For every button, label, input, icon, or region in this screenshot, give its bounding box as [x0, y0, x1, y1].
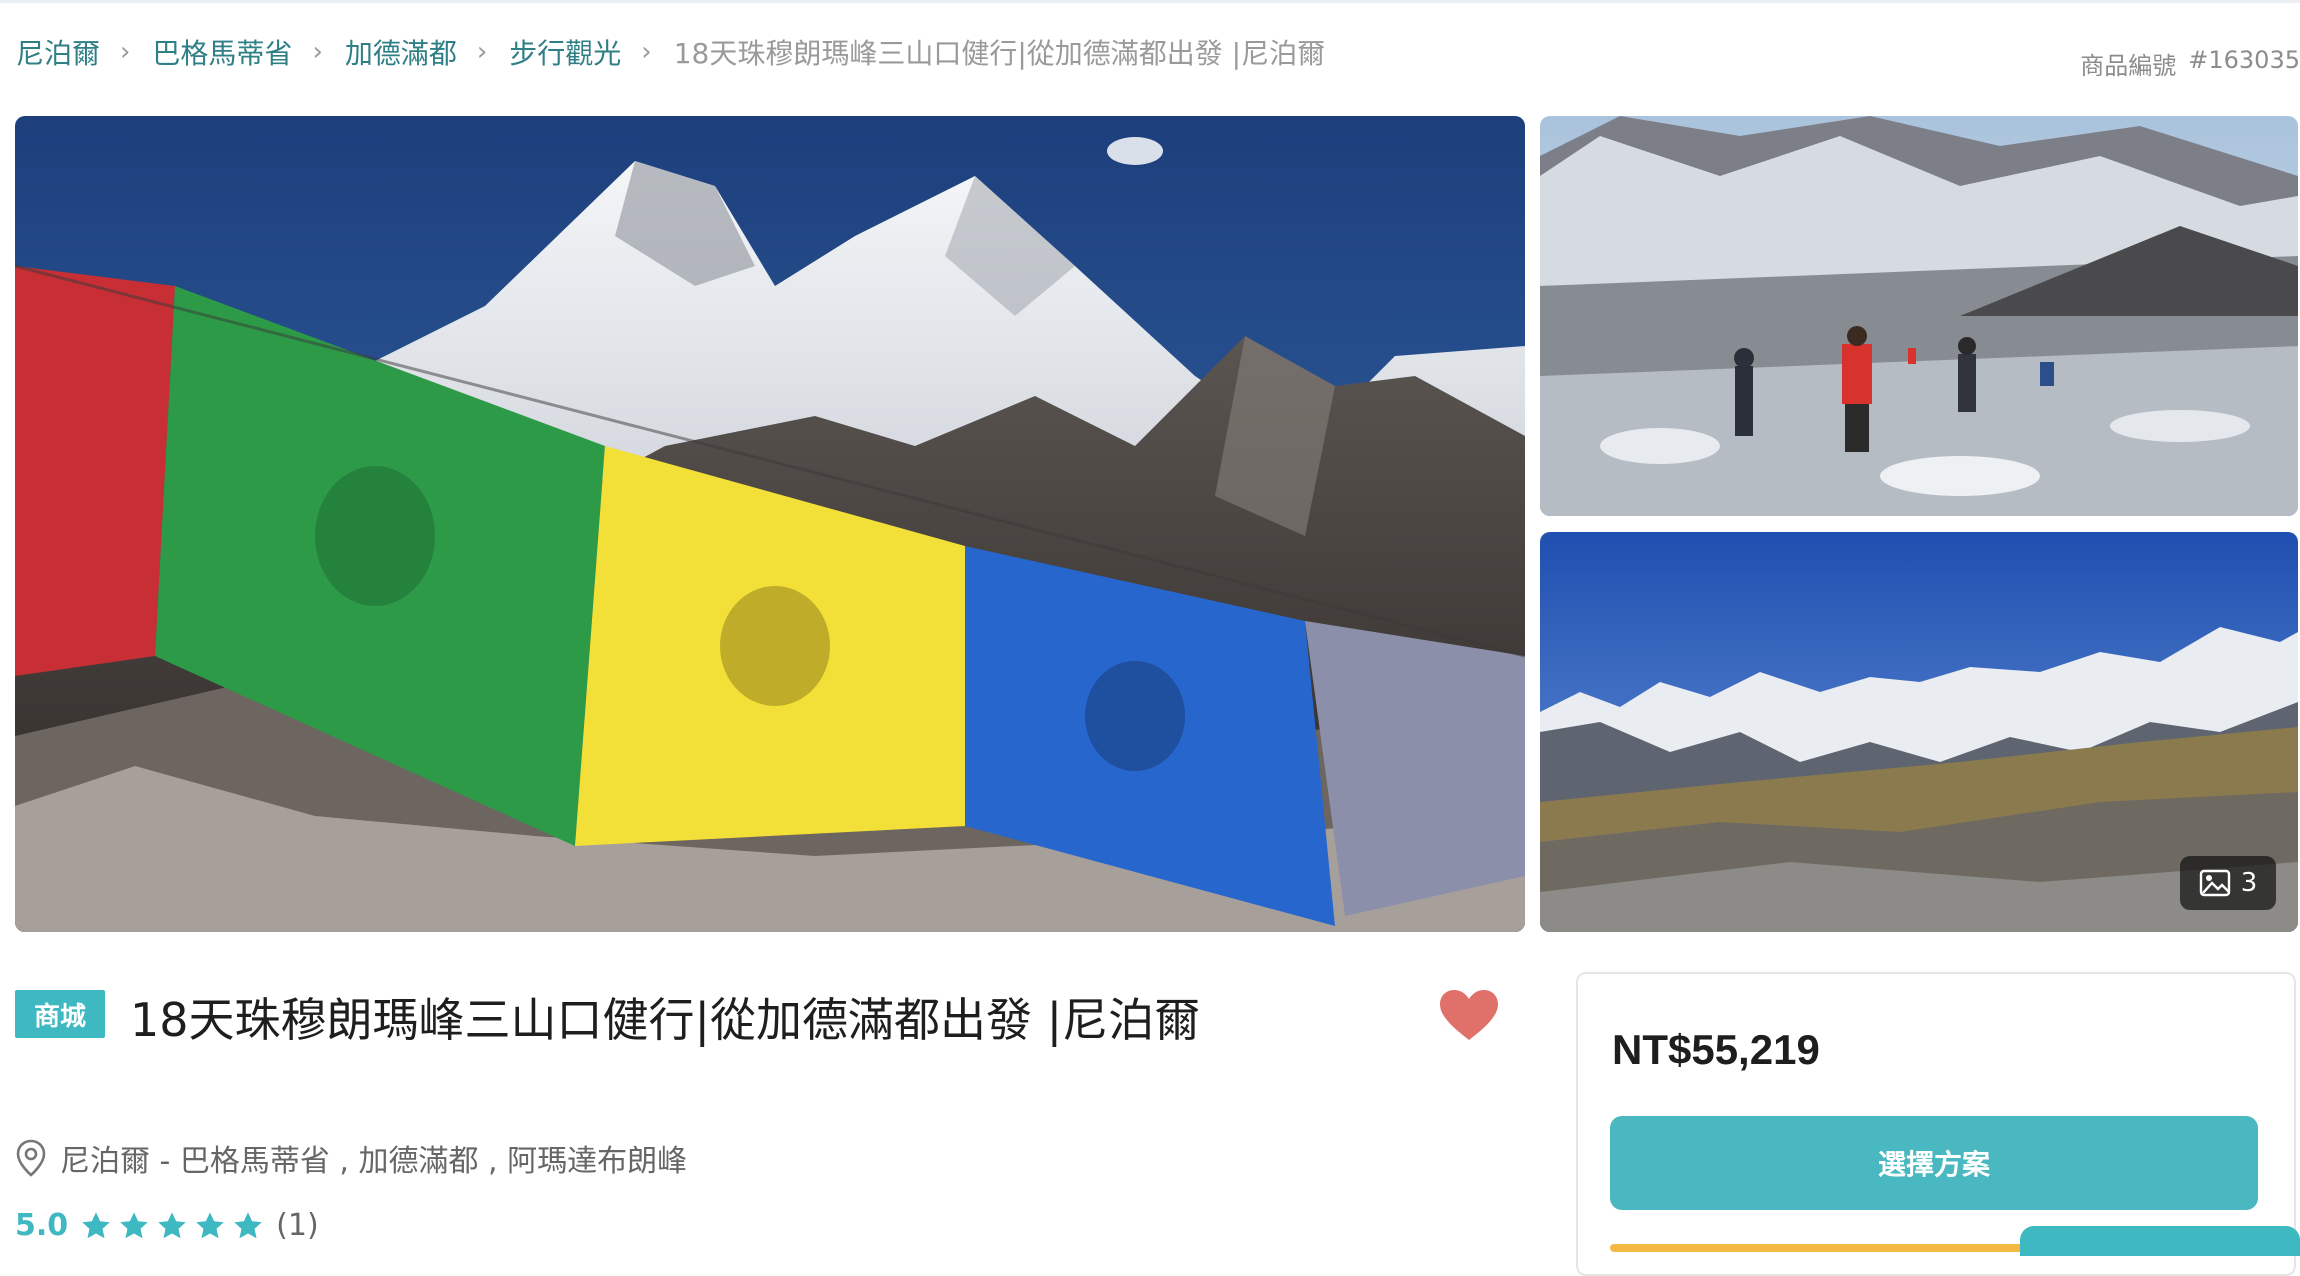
gallery-side-photo-2[interactable]: 3 — [1540, 532, 2298, 932]
rating-score: 5.0 — [15, 1208, 69, 1243]
star-icon — [120, 1211, 148, 1238]
review-count[interactable]: (1) — [276, 1208, 319, 1243]
everest-prayer-flags-image — [15, 116, 1525, 932]
floating-chat-tab[interactable] — [2020, 1226, 2300, 1256]
photo-count-value: 3 — [2240, 868, 2258, 898]
location-text: 尼泊爾 - 巴格馬蒂省 , 加德滿都 , 阿瑪達布朗峰 — [60, 1144, 688, 1179]
breadcrumb-walking-tour[interactable]: 步行觀光 — [509, 32, 621, 72]
star-icon — [158, 1211, 186, 1238]
trekkers-moraine-image — [1540, 116, 2298, 516]
breadcrumb-current: 18天珠穆朗瑪峰三山口健行|從加德滿都出發 |尼泊爾 — [673, 37, 1326, 70]
breadcrumb: 尼泊爾 › 巴格馬蒂省 › 加德滿都 › 步行觀光 › 18天珠穆朗瑪峰三山口健… — [16, 30, 1325, 74]
product-code: 商品編號 #163035 — [2080, 46, 2300, 81]
product-code-label: 商品編號 — [2080, 52, 2177, 80]
top-border — [0, 0, 2300, 3]
star-icon — [234, 1211, 262, 1238]
star-icon — [196, 1211, 224, 1238]
breadcrumb-separator: › — [641, 37, 652, 67]
photo-count-badge[interactable]: 3 — [2180, 856, 2276, 910]
breadcrumb-separator: › — [312, 37, 323, 67]
mall-badge: 商城 — [15, 990, 105, 1038]
gallery-side-photo-1[interactable] — [1540, 116, 2298, 516]
gallery-main-photo[interactable] — [15, 116, 1525, 932]
breadcrumb-separator: › — [476, 37, 488, 67]
location-row: 尼泊爾 - 巴格馬蒂省 , 加德滿都 , 阿瑪達布朗峰 — [16, 1136, 687, 1180]
product-title: 18天珠穆朗瑪峰三山口健行|從加德滿都出發 |尼泊爾 — [130, 993, 1201, 1047]
select-plan-button[interactable]: 選擇方案 — [1610, 1116, 2258, 1210]
heart-icon[interactable] — [1440, 990, 1498, 1042]
breadcrumb-kathmandu[interactable]: 加德滿都 — [345, 32, 457, 72]
image-icon — [2199, 869, 2230, 897]
star-icon — [82, 1211, 110, 1238]
secondary-button-edge[interactable] — [1610, 1244, 2030, 1252]
price: NT$55,219 — [1612, 1026, 1820, 1073]
map-pin-icon — [16, 1139, 46, 1177]
breadcrumb-bagmati[interactable]: 巴格馬蒂省 — [152, 32, 292, 72]
breadcrumb-nepal[interactable]: 尼泊爾 — [16, 32, 100, 72]
rating-row[interactable]: 5.0 (1) — [15, 1208, 319, 1243]
breadcrumb-separator: › — [120, 37, 131, 67]
product-code-value: #163035 — [2188, 46, 2300, 74]
